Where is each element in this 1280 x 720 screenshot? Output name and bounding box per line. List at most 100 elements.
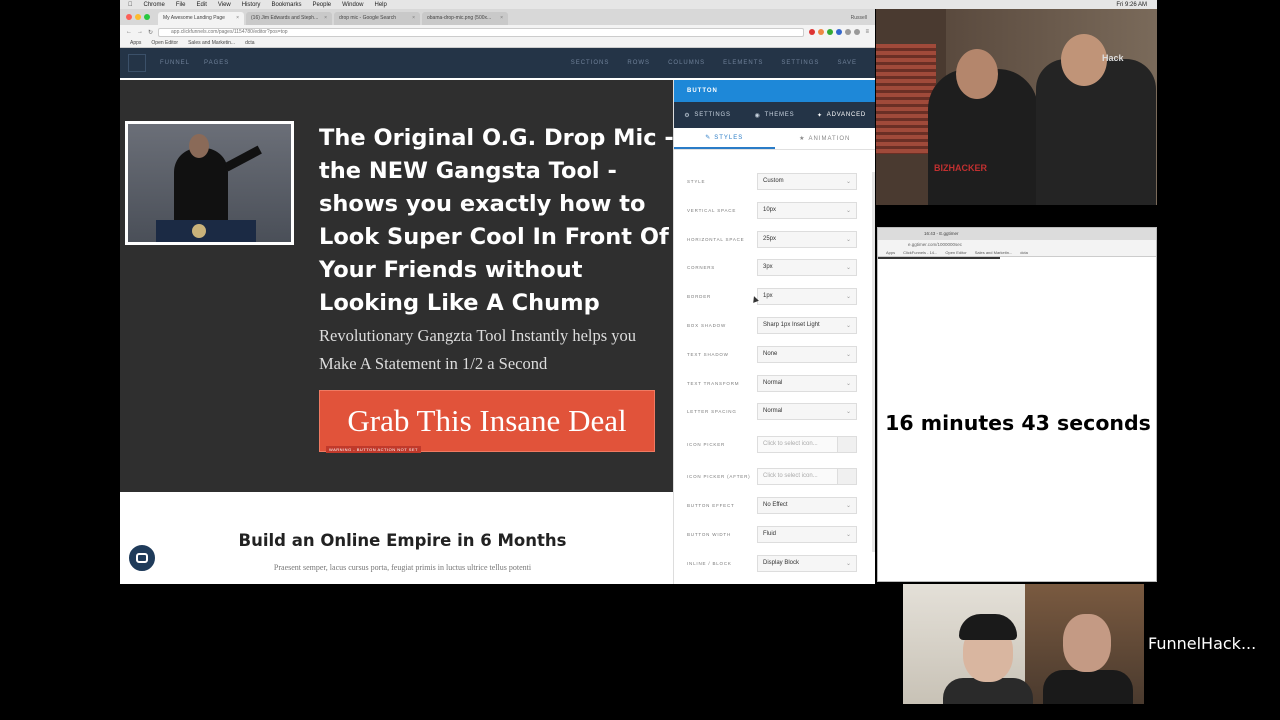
button-warning-badge: WARNING - BUTTON ACTION NOT SET [326, 446, 421, 453]
button-width-select[interactable]: Fluid ⌄ [757, 526, 857, 543]
property-label: Letter Spacing [687, 409, 737, 414]
timer-browser-window: 16:43 - E.ggtimer e.ggtimer.com/1000000s… [877, 227, 1157, 582]
hero-image[interactable] [125, 121, 294, 245]
chat-widget-button[interactable] [127, 543, 157, 573]
chevron-down-icon: ⌄ [845, 265, 851, 271]
section-headline[interactable]: Build an Online Empire in 6 Months [120, 531, 685, 550]
menu-people[interactable]: People [312, 2, 331, 8]
bookmark-item[interactable]: Apps [886, 250, 895, 256]
icon-picker-input[interactable]: Click to select icon... [757, 436, 857, 453]
back-icon[interactable]: ← [126, 29, 132, 35]
toolbar-item[interactable]: PAGES [204, 60, 229, 66]
menu-chrome[interactable]: Chrome [144, 2, 165, 8]
button-settings-panel: BUTTON ⚙ SETTINGS ◉ THEMES ✦ ADVANCED ✎ STYL… [673, 80, 875, 584]
tab-animation[interactable]: ★ ANIMATION [775, 128, 876, 149]
bookmark-item[interactable]: dcta [1020, 250, 1028, 256]
horizontal-space-select[interactable]: 25px ⌄ [757, 231, 857, 248]
editor-logo[interactable] [128, 54, 146, 72]
forward-icon[interactable]: → [137, 29, 143, 35]
close-tab-icon[interactable]: × [324, 15, 327, 21]
property-label: Text Shadow [687, 352, 729, 357]
icon-preview-box[interactable] [837, 468, 857, 485]
tab-advanced[interactable]: ✦ ADVANCED [808, 102, 875, 128]
corners-select[interactable]: 3px ⌄ [757, 259, 857, 276]
profile-name[interactable]: Russell [851, 15, 875, 25]
timer-url-bar[interactable]: e.ggtimer.com/1000000sec [878, 240, 1156, 250]
property-label: Border [687, 294, 712, 299]
extension-icon[interactable] [845, 29, 852, 35]
hero-section[interactable]: The Original O.G. Drop Mic - the NEW Gan… [120, 80, 674, 492]
browser-tab[interactable]: × obama-drop-mic.png (500x... [422, 12, 508, 25]
hero-headline[interactable]: The Original O.G. Drop Mic - the NEW Gan… [319, 122, 679, 320]
hero-subheadline[interactable]: Revolutionary Gangzta Tool Instantly hel… [319, 322, 669, 377]
extension-icon[interactable] [827, 29, 834, 35]
bookmark-item[interactable]: dcta [245, 40, 254, 46]
extension-icon[interactable] [836, 29, 843, 35]
chevron-down-icon: ⌄ [845, 323, 851, 329]
tab-styles[interactable]: ✎ STYLES [674, 128, 775, 149]
menu-view[interactable]: View [218, 2, 231, 8]
timer-tab[interactable]: 16:43 - E.ggtimer [878, 228, 1156, 240]
text-shadow-select[interactable]: None ⌄ [757, 346, 857, 363]
menu-edit[interactable]: Edit [197, 2, 207, 8]
menu-history[interactable]: History [242, 2, 261, 8]
text-transform-select[interactable]: Normal ⌄ [757, 375, 857, 392]
toolbar-item[interactable]: SETTINGS [781, 60, 819, 66]
menu-window[interactable]: Window [342, 2, 363, 8]
bookmark-item[interactable]: ClickFunnels - 14... [903, 250, 937, 256]
tab-settings[interactable]: ⚙ SETTINGS [674, 102, 741, 128]
section-subheadline[interactable]: Praesent semper, lacus cursus porta, feu… [120, 563, 685, 572]
extension-icon[interactable] [854, 29, 861, 35]
browser-window: × My Awesome Landing Page × (16) Jim Edwar… [120, 9, 875, 584]
bookmark-item[interactable]: Sales and Marketin... [975, 250, 1013, 256]
close-window-icon[interactable] [126, 14, 132, 20]
box-shadow-select[interactable]: Sharp 1px Inset Light ⌄ [757, 317, 857, 334]
menubar-clock[interactable]: Fri 9:26 AM [1116, 2, 1147, 8]
bookmarks-bar: Apps Open Editor Sales and Marketin... d… [120, 39, 875, 48]
shirt-print: Hack [1102, 53, 1124, 63]
menu-bookmarks[interactable]: Bookmarks [271, 2, 301, 8]
toolbar-item[interactable]: SECTIONS [571, 60, 610, 66]
style-select[interactable]: Custom ⌄ [757, 173, 857, 190]
tab-themes[interactable]: ◉ THEMES [741, 102, 808, 128]
inline-block-select[interactable]: Display Block ⌄ [757, 555, 857, 572]
url-input[interactable]: app.clickfunnels.com/pages/1154780/edito… [158, 27, 805, 37]
icon-preview-box[interactable] [837, 436, 857, 453]
save-button[interactable]: SAVE [837, 60, 857, 66]
extension-icon[interactable] [809, 29, 816, 35]
toolbar-item[interactable]: ROWS [627, 60, 650, 66]
menu-icon[interactable]: ≡ [865, 29, 869, 35]
menu-help[interactable]: Help [374, 2, 386, 8]
chevron-down-icon: ⌄ [845, 381, 851, 387]
zoom-window-icon[interactable] [144, 14, 150, 20]
border-select[interactable]: 1px ⌄ [757, 288, 857, 305]
bookmark-item[interactable]: Apps [130, 40, 141, 46]
vertical-space-select[interactable]: 10px ⌄ [757, 202, 857, 219]
minimize-window-icon[interactable] [135, 14, 141, 20]
timer-progress-bar [878, 257, 1001, 259]
browser-tab[interactable]: × (16) Jim Edwards and Steph... [246, 12, 332, 25]
close-tab-icon[interactable]: × [500, 15, 503, 21]
toolbar-item[interactable]: COLUMNS [668, 60, 705, 66]
bookmark-item[interactable]: Sales and Marketin... [188, 40, 235, 46]
panel-scrollbar[interactable] [872, 172, 875, 552]
browser-tab[interactable]: × My Awesome Landing Page [158, 12, 244, 25]
reload-icon[interactable]: ↻ [148, 29, 153, 36]
button-effect-select[interactable]: No Effect ⌄ [757, 497, 857, 514]
letter-spacing-select[interactable]: Normal ⌄ [757, 403, 857, 420]
icon-picker-after-input[interactable]: Click to select icon... [757, 468, 857, 485]
panel-sub-tabs: ✎ STYLES ★ ANIMATION [674, 128, 875, 150]
editor-toolbar: FUNNEL PAGES SECTIONS ROWS COLUMNS ELEME… [120, 48, 875, 78]
close-tab-icon[interactable]: × [412, 15, 415, 21]
bookmark-item[interactable]: Open Editor [945, 250, 966, 256]
extension-icon[interactable] [818, 29, 825, 35]
apple-icon[interactable]:  [128, 2, 133, 8]
toolbar-item[interactable]: FUNNEL [160, 60, 190, 66]
bookmark-item[interactable]: Open Editor [151, 40, 178, 46]
property-label: Button Effect [687, 503, 735, 508]
close-tab-icon[interactable]: × [236, 15, 239, 21]
browser-tab[interactable]: × drop mic - Google Search [334, 12, 420, 25]
toolbar-item[interactable]: ELEMENTS [723, 60, 763, 66]
menu-file[interactable]: File [176, 2, 186, 8]
cta-button[interactable]: Grab This Insane Deal [319, 390, 655, 452]
